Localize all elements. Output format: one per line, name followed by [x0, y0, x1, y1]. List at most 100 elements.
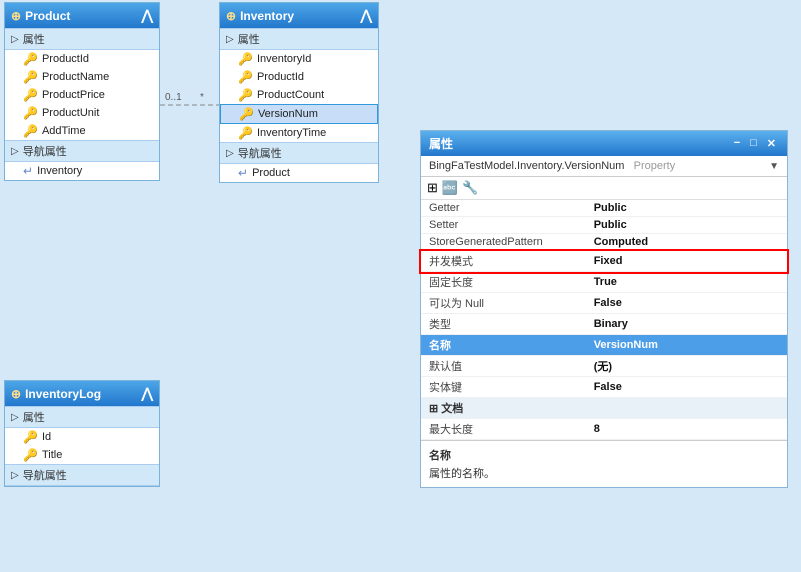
prop-row-setter: Setter Public	[421, 217, 787, 234]
entity-inventorylog-icon: ⊕	[11, 387, 21, 401]
properties-subtitle: BingFaTestModel.Inventory.VersionNum Pro…	[421, 156, 787, 177]
key-icon: 🔑	[23, 448, 38, 462]
entity-inventory-collapse[interactable]: ⋀	[361, 7, 372, 24]
prop-section-doc-label: ⊞ 文档	[421, 398, 787, 419]
entity-inventory: ⊕ Inventory ⋀ ▷ 属性 🔑InventoryId 🔑Product…	[219, 2, 379, 183]
properties-bottom: 名称 属性的名称。	[421, 440, 787, 487]
nav-icon: ↵	[238, 166, 248, 180]
entity-product: ⊕ Product ⋀ ▷ 属性 🔑ProductId 🔑ProductName…	[4, 2, 160, 181]
entity-product-icon: ⊕	[11, 9, 21, 23]
properties-bottom-title: 名称	[429, 447, 779, 463]
key-icon: 🔑	[23, 430, 38, 444]
prop-row-maxlength: 最大长度 8	[421, 419, 787, 440]
prop-value-concurrency: Fixed	[586, 251, 787, 272]
inventorylog-item-title: 🔑Title	[5, 446, 159, 464]
prop-label-setter: Setter	[421, 217, 586, 234]
entity-inventorylog-attr-section: ▷ 属性	[5, 406, 159, 428]
properties-minus-btn[interactable]: −	[731, 137, 743, 150]
prop-label-maxlength: 最大长度	[421, 419, 586, 440]
prop-row-name: 名称 VersionNum	[421, 335, 787, 356]
entity-inventory-nav-section: ▷ 导航属性	[220, 142, 378, 164]
properties-panel: 属性 − □ ✕ BingFaTestModel.Inventory.Versi…	[420, 130, 788, 488]
prop-row-default: 默认值 (无)	[421, 356, 787, 377]
key-icon: 🔑	[23, 70, 38, 84]
prop-row-getter: Getter Public	[421, 200, 787, 217]
prop-row-concurrency: 并发模式 Fixed	[421, 251, 787, 272]
grid-icon[interactable]: ⊞	[427, 180, 438, 196]
inventory-item-product: ↵Product	[220, 164, 378, 182]
relation-label-left: 0..1	[165, 92, 182, 103]
properties-bottom-desc: 属性的名称。	[429, 465, 779, 481]
key-icon: 🔑	[23, 52, 38, 66]
prop-row-storegeneratedpattern: StoreGeneratedPattern Computed	[421, 234, 787, 251]
properties-subtitle-type: Property	[634, 160, 676, 172]
key-icon: 🔑	[238, 52, 253, 66]
prop-label-name: 名称	[421, 335, 586, 356]
inventory-item-versionnum[interactable]: 🔑VersionNum	[220, 104, 378, 124]
key-icon: 🔑	[238, 88, 253, 102]
key-icon: 🔑	[238, 70, 253, 84]
prop-value-fixedlength: True	[586, 272, 787, 293]
inventory-item-inventorytime: 🔑InventoryTime	[220, 124, 378, 142]
key-icon: 🔑	[239, 107, 254, 121]
entity-product-title: Product	[25, 9, 70, 23]
prop-label-default: 默认值	[421, 356, 586, 377]
prop-label-nullable: 可以为 Null	[421, 293, 586, 314]
inventory-item-inventoryid: 🔑InventoryId	[220, 50, 378, 68]
properties-table: Getter Public Setter Public StoreGenerat…	[421, 200, 787, 440]
entity-inventory-title: Inventory	[240, 9, 294, 23]
properties-panel-header: 属性 − □ ✕	[421, 131, 787, 156]
properties-dropdown-btn[interactable]: ▼	[769, 161, 779, 172]
prop-label-fixedlength: 固定长度	[421, 272, 586, 293]
key-icon: 🔑	[23, 106, 38, 120]
prop-label-sgp: StoreGeneratedPattern	[421, 234, 586, 251]
key-icon: 🔑	[238, 126, 253, 140]
entity-product-collapse[interactable]: ⋀	[142, 7, 153, 24]
entity-product-header: ⊕ Product ⋀	[5, 3, 159, 28]
properties-subtitle-text: BingFaTestModel.Inventory.VersionNum Pro…	[429, 160, 675, 172]
properties-close-btn[interactable]: ✕	[764, 137, 779, 150]
prop-value-setter: Public	[586, 217, 787, 234]
prop-value-entitykey: False	[586, 377, 787, 398]
product-item-productprice: 🔑ProductPrice	[5, 86, 159, 104]
properties-panel-title: 属性	[429, 135, 453, 152]
key-icon: 🔑	[23, 88, 38, 102]
properties-maximize-btn[interactable]: □	[747, 137, 760, 150]
entity-product-nav-section: ▷ 导航属性	[5, 140, 159, 162]
key-icon: 🔑	[23, 124, 38, 138]
properties-toolbar: ⊞ 🔤 🔧	[421, 177, 787, 200]
filter-icon[interactable]: 🔧	[462, 180, 478, 196]
entity-inventorylog-nav-section: ▷ 导航属性	[5, 464, 159, 486]
prop-value-default: (无)	[586, 356, 787, 377]
inventorylog-item-id: 🔑Id	[5, 428, 159, 446]
relation-label-right: *	[200, 92, 204, 103]
prop-value-getter: Public	[586, 200, 787, 217]
prop-row-type: 类型 Binary	[421, 314, 787, 335]
properties-subtitle-path: BingFaTestModel.Inventory.VersionNum	[429, 160, 624, 172]
properties-header-controls: − □ ✕	[731, 137, 779, 150]
prop-row-fixedlength: 固定长度 True	[421, 272, 787, 293]
prop-value-maxlength: 8	[586, 419, 787, 440]
prop-label-concurrency: 并发模式	[421, 251, 586, 272]
prop-value-sgp: Computed	[586, 234, 787, 251]
inventory-item-productid: 🔑ProductId	[220, 68, 378, 86]
nav-icon: ↵	[23, 164, 33, 178]
product-item-productid: 🔑ProductId	[5, 50, 159, 68]
prop-row-nullable: 可以为 Null False	[421, 293, 787, 314]
product-item-productname: 🔑ProductName	[5, 68, 159, 86]
product-item-addtime: 🔑AddTime	[5, 122, 159, 140]
entity-inventory-header: ⊕ Inventory ⋀	[220, 3, 378, 28]
product-item-productunit: 🔑ProductUnit	[5, 104, 159, 122]
entity-product-attr-section: ▷ 属性	[5, 28, 159, 50]
prop-row-entitykey: 实体键 False	[421, 377, 787, 398]
entity-inventorylog: ⊕ InventoryLog ⋀ ▷ 属性 🔑Id 🔑Title ▷ 导航属性	[4, 380, 160, 487]
prop-label-getter: Getter	[421, 200, 586, 217]
entity-inventorylog-header: ⊕ InventoryLog ⋀	[5, 381, 159, 406]
inventory-item-productcount: 🔑ProductCount	[220, 86, 378, 104]
prop-label-entitykey: 实体键	[421, 377, 586, 398]
product-item-inventory: ↵Inventory	[5, 162, 159, 180]
prop-value-type: Binary	[586, 314, 787, 335]
entity-inventorylog-collapse[interactable]: ⋀	[142, 385, 153, 402]
sort-icon[interactable]: 🔤	[442, 180, 458, 196]
entity-inventory-icon: ⊕	[226, 9, 236, 23]
